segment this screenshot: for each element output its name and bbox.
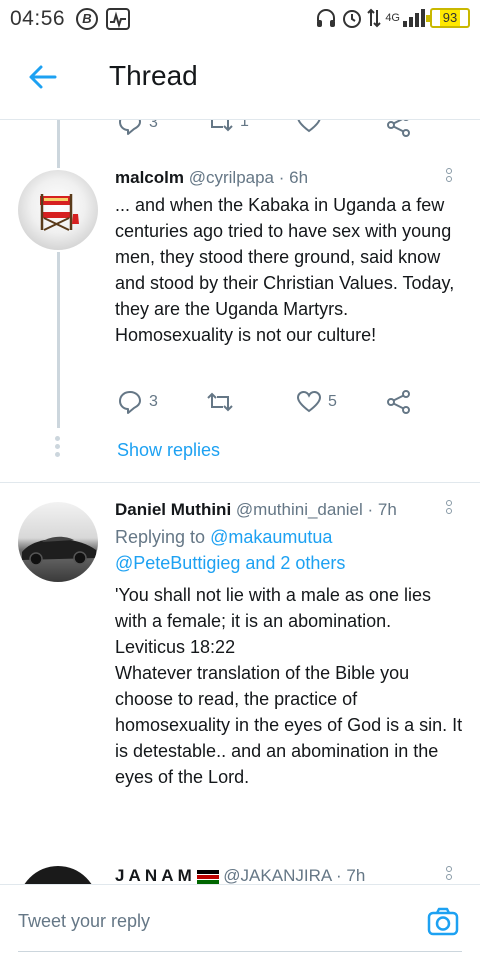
author-handle[interactable]: @cyrilpapa <box>189 168 274 187</box>
author-handle[interactable]: @JAKANJIRA <box>223 866 331 884</box>
retweet-count: 1 <box>240 120 249 130</box>
tweet-time: · 7h <box>367 500 397 519</box>
show-replies-link[interactable]: Show replies <box>117 440 220 461</box>
tweet-header: Daniel Muthini @muthini_daniel · 7h <box>115 500 397 520</box>
camera-icon[interactable] <box>426 905 460 939</box>
more-options-icon[interactable] <box>446 500 454 522</box>
replying-prefix: Replying to <box>115 527 206 547</box>
tweet-text: 'You shall not lie with a male as one li… <box>115 585 463 787</box>
battery-level: 93 <box>439 10 461 26</box>
tweet-text: ... and when the Kabaka in Uganda a few … <box>115 195 455 345</box>
alarm-icon <box>343 10 362 28</box>
retweet-action[interactable]: 1 <box>206 120 249 134</box>
retweet-icon <box>211 120 233 132</box>
signal-icon <box>403 9 425 27</box>
share-icon <box>387 390 410 414</box>
tweet-time: · 6h <box>278 168 309 187</box>
directors-chair-image <box>40 194 79 231</box>
share-action[interactable] <box>386 389 412 415</box>
tweet-header: malcolm @cyrilpapa · 6h <box>115 168 308 188</box>
retweet-action[interactable] <box>206 390 240 414</box>
more-options-icon[interactable] <box>446 168 454 190</box>
battery-icon: 93 <box>426 8 470 28</box>
tweet-header: J A N A M @JAKANJIRA · 7h <box>115 866 365 884</box>
headphones-icon <box>317 9 336 27</box>
mention-link[interactable]: @makaumutua <box>210 527 332 547</box>
reply-icon <box>119 391 141 414</box>
like-count: 5 <box>328 393 337 410</box>
input-underline <box>18 951 462 952</box>
heart-icon <box>296 390 322 413</box>
author-handle[interactable]: @muthini_daniel <box>236 500 363 519</box>
reply-action[interactable]: 3 <box>117 389 158 415</box>
share-icon <box>387 120 410 137</box>
author-name[interactable]: malcolm <box>115 168 184 187</box>
page-title: Thread <box>109 60 198 91</box>
data-transfer-icon <box>367 8 382 28</box>
reply-icon <box>119 120 141 135</box>
heart-icon <box>297 120 321 133</box>
bitcoin-icon: B <box>76 8 98 30</box>
retweet-icon <box>207 392 233 412</box>
like-action[interactable]: 5 <box>296 390 337 414</box>
avatar[interactable] <box>18 502 98 582</box>
thread-line <box>57 120 60 168</box>
network-type: 4G <box>385 12 400 24</box>
like-action[interactable] <box>296 120 322 134</box>
author-name[interactable]: J A N A M <box>115 866 192 884</box>
thread-feed[interactable]: 3 1 malcolm @cyrilpapa · 6h ... and when… <box>0 120 480 884</box>
avatar[interactable] <box>18 170 98 250</box>
divider <box>0 482 480 483</box>
activity-icon <box>106 8 130 30</box>
sports-car-image <box>22 536 96 566</box>
share-action[interactable] <box>386 120 412 138</box>
avatar[interactable] <box>18 866 98 884</box>
thread-dots <box>55 436 61 460</box>
reply-action[interactable]: 3 <box>117 120 158 136</box>
status-time: 04:56 <box>10 7 66 30</box>
replying-to: Replying to @makaumutua @PeteButtigieg a… <box>115 524 465 576</box>
more-options-icon[interactable] <box>446 866 454 884</box>
kenya-flag-icon <box>196 869 219 884</box>
mention-link[interactable]: @PeteButtigieg and 2 others <box>115 553 345 573</box>
tweet-reply-input[interactable]: Tweet your reply <box>18 911 150 932</box>
status-bar: 04:56 B 4G 93 <box>0 0 480 36</box>
thread-line <box>57 252 60 428</box>
reply-count: 3 <box>149 120 158 131</box>
reply-count: 3 <box>149 393 158 410</box>
status-icons: 4G 93 <box>315 6 470 30</box>
header: Thread <box>0 36 480 120</box>
author-name[interactable]: Daniel Muthini <box>115 500 231 519</box>
tweet-time: · 7h <box>335 866 366 884</box>
back-arrow-icon[interactable] <box>26 60 60 94</box>
reply-composer: Tweet your reply <box>0 884 480 960</box>
